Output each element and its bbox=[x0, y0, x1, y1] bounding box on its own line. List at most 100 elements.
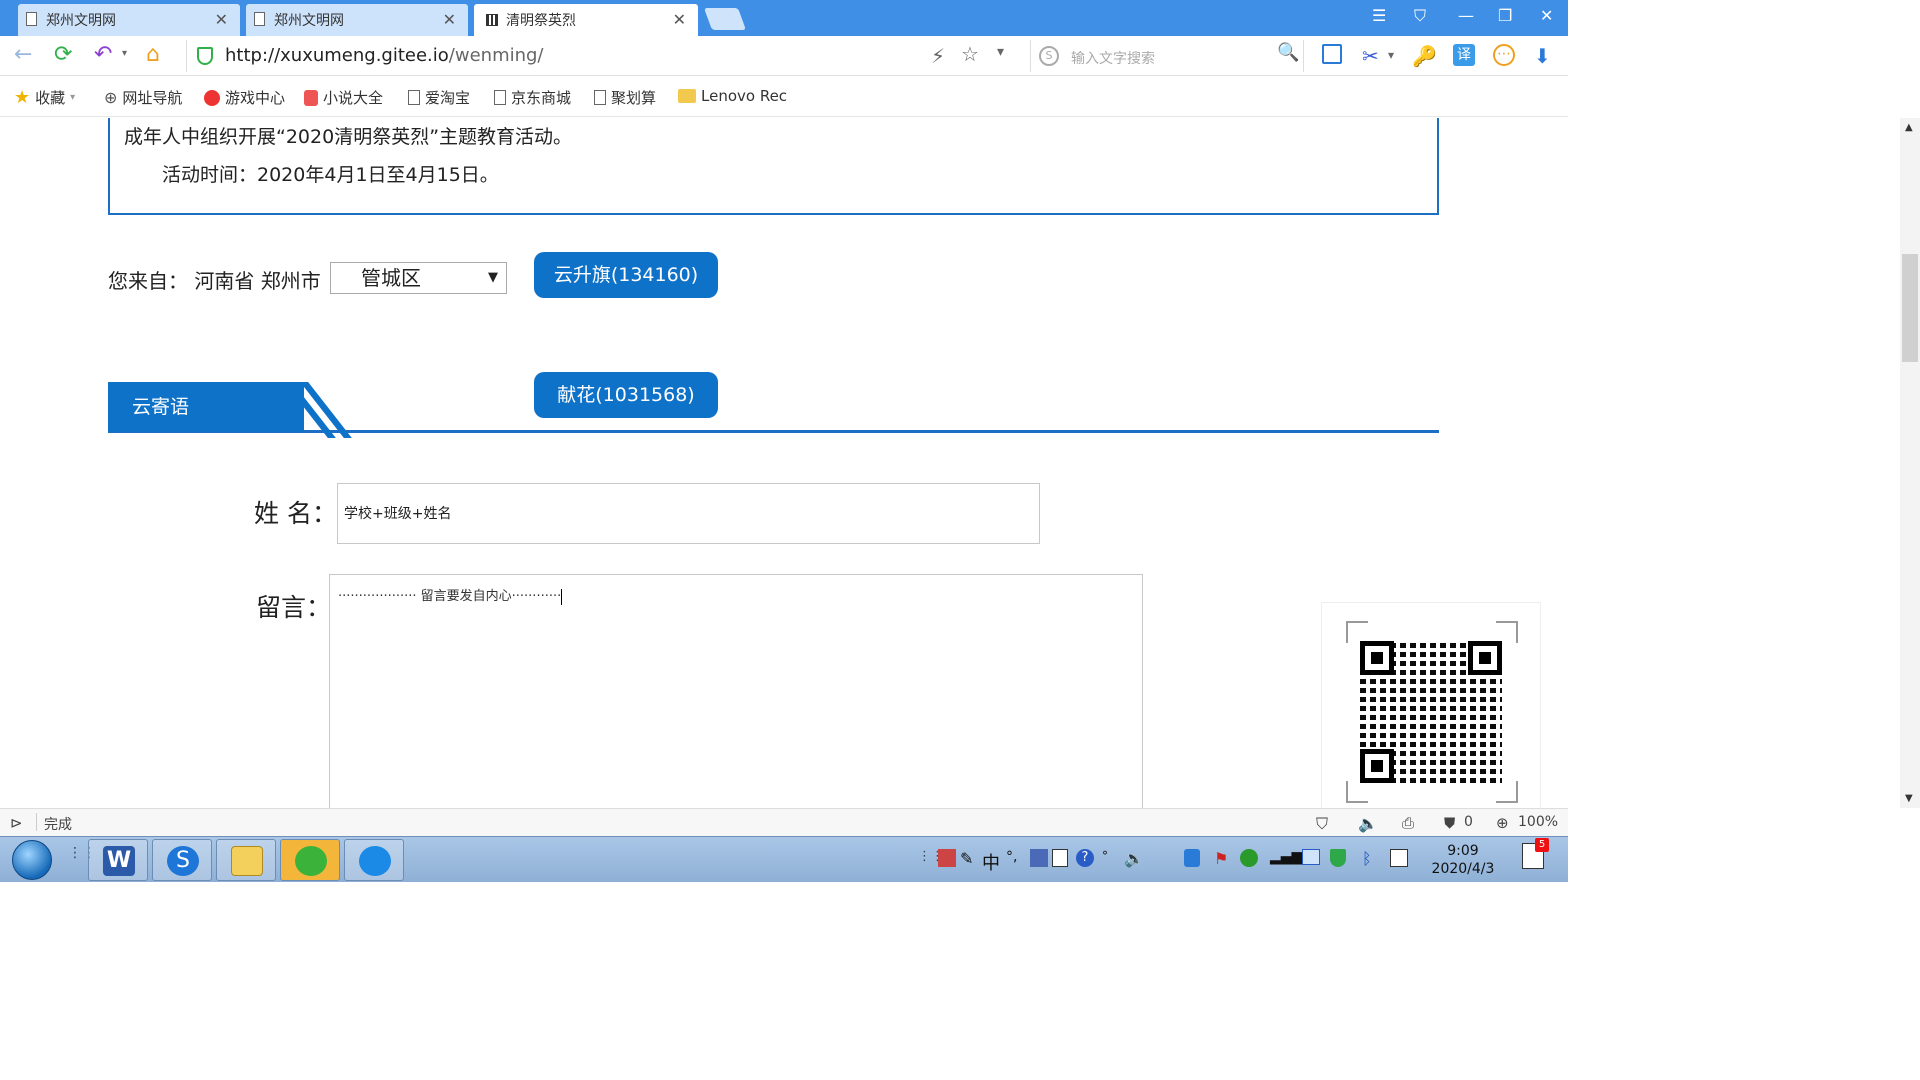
search-icon[interactable]: 🔍 bbox=[1277, 42, 1299, 63]
scissors-dropdown-icon[interactable]: ▾ bbox=[1388, 48, 1394, 62]
bookmark-juhuasuan[interactable]: 聚划算 bbox=[594, 87, 656, 108]
start-button[interactable] bbox=[12, 840, 52, 880]
bookmark-label: 网址导航 bbox=[122, 89, 183, 107]
network-icon[interactable]: ▂▄▆ bbox=[1270, 849, 1302, 865]
close-tab-icon[interactable]: ✕ bbox=[215, 10, 228, 29]
clock-date: 2020/4/3 bbox=[1431, 861, 1495, 877]
window-close-button[interactable]: ✕ bbox=[1540, 6, 1553, 25]
name-input[interactable]: 学校+班级+姓名 bbox=[337, 483, 1040, 544]
zoom-icon[interactable]: ⊕ bbox=[1496, 814, 1509, 832]
bookmark-nav[interactable]: ⊕ 网址导航 bbox=[104, 87, 182, 108]
ime-toolbar-icon[interactable] bbox=[938, 849, 956, 867]
task-wechat[interactable] bbox=[280, 839, 340, 881]
tab-qingming[interactable]: 清明祭英烈 ✕ bbox=[474, 4, 698, 36]
new-tab-button[interactable] bbox=[703, 8, 747, 30]
bookmark-favorites[interactable]: ★ 收藏 ▾ bbox=[14, 87, 75, 108]
scroll-up-icon[interactable]: ▲ bbox=[1905, 122, 1913, 133]
task-explorer[interactable] bbox=[216, 839, 276, 881]
speaker-icon[interactable]: 🔈 bbox=[1358, 814, 1378, 833]
tab-bar: 郑州文明网 ✕ 郑州文明网 ✕ 清明祭英烈 ✕ ☰ ⛉ — ❐ ✕ bbox=[0, 0, 1568, 36]
frame-corner bbox=[1496, 781, 1518, 803]
bookmark-novels[interactable]: 小说大全 bbox=[304, 87, 383, 108]
punctuation-icon[interactable]: °, bbox=[1006, 849, 1017, 865]
system-clock[interactable]: 9:09 2020/4/3 bbox=[1430, 842, 1496, 878]
document-icon[interactable] bbox=[1052, 849, 1068, 867]
bookmark-jd[interactable]: 京东商城 bbox=[494, 87, 571, 108]
flag-icon[interactable]: ⚑ bbox=[1214, 849, 1228, 868]
secure-shield-icon bbox=[197, 47, 213, 65]
shield-icon[interactable] bbox=[1184, 849, 1200, 867]
translate-icon[interactable]: 译 bbox=[1453, 44, 1475, 66]
sogou-logo-icon: S bbox=[1039, 46, 1059, 66]
green-app-icon[interactable] bbox=[1240, 849, 1258, 867]
address-bar[interactable]: http://xuxumeng.gitee.io/wenming/ ⚡ ☆ ▾ bbox=[186, 40, 1024, 72]
frame-corner bbox=[1346, 781, 1368, 803]
tab-zhengzhou-2[interactable]: 郑州文明网 ✕ bbox=[246, 4, 468, 36]
zoom-level[interactable]: 100% bbox=[1518, 814, 1558, 830]
bookmark-games[interactable]: 游戏中心 bbox=[204, 87, 285, 108]
key-icon[interactable]: 🔑 bbox=[1412, 44, 1437, 68]
chevron-down-icon: ▾ bbox=[70, 92, 76, 103]
security-shield-icon[interactable] bbox=[1330, 849, 1346, 867]
help-icon[interactable]: ? bbox=[1076, 849, 1094, 867]
message-textarea[interactable]: ··················· 留言要发自内心············ bbox=[329, 574, 1143, 808]
bookmark-label: 小说大全 bbox=[323, 89, 384, 107]
restore-button[interactable]: ❐ bbox=[1498, 6, 1512, 25]
ime-language[interactable]: 中 bbox=[982, 849, 1000, 875]
qr-finder bbox=[1360, 641, 1394, 675]
offer-flowers-button[interactable]: 献花(1031568) bbox=[534, 372, 718, 418]
page-icon bbox=[494, 90, 506, 105]
tab-zhengzhou-1[interactable]: 郑州文明网 ✕ bbox=[18, 4, 240, 36]
search-box[interactable]: S 输入文字搜索 🔍 bbox=[1030, 40, 1304, 72]
notification-center-icon[interactable]: 5 bbox=[1522, 838, 1549, 869]
vertical-scrollbar[interactable]: ▲ ▼ bbox=[1900, 118, 1920, 808]
menu-icon[interactable]: ☰ bbox=[1372, 6, 1386, 25]
qr-favicon-icon bbox=[486, 14, 498, 26]
task-sogou-browser[interactable]: S bbox=[152, 839, 212, 881]
undo-dropdown-icon[interactable]: ▾ bbox=[122, 48, 127, 59]
frame-corner bbox=[1496, 621, 1518, 643]
task-dingtalk[interactable] bbox=[344, 839, 404, 881]
district-value: 管城区 bbox=[361, 266, 421, 290]
security-check-icon[interactable]: ⛉ bbox=[1316, 814, 1328, 834]
raise-flag-button[interactable]: 云升旗(134160) bbox=[534, 252, 718, 298]
back-arrow-icon[interactable]: ← bbox=[14, 42, 32, 67]
download-icon[interactable]: ⬇ bbox=[1534, 44, 1551, 68]
bluetooth-icon[interactable]: ᛒ bbox=[1362, 849, 1372, 868]
more-icon[interactable]: ⋯ bbox=[1493, 44, 1515, 66]
skin-icon[interactable]: ⛉ bbox=[1414, 6, 1426, 26]
lightning-icon[interactable]: ⚡ bbox=[931, 44, 945, 68]
sync-icon[interactable] bbox=[1322, 44, 1342, 64]
bookmark-lenovo-folder[interactable]: Lenovo Rec bbox=[678, 87, 787, 105]
refresh-icon[interactable]: ⟳ bbox=[54, 42, 72, 67]
close-tab-icon[interactable]: ✕ bbox=[443, 10, 456, 29]
volume-icon[interactable]: 🔉 bbox=[1124, 849, 1144, 868]
undo-close-icon[interactable]: ↶ bbox=[94, 42, 112, 67]
task-word[interactable]: W bbox=[88, 839, 148, 881]
word-icon: W bbox=[103, 846, 135, 876]
url-text[interactable]: http://xuxumeng.gitee.io/wenming/ bbox=[225, 45, 544, 66]
dropdown-icon[interactable]: ▾ bbox=[997, 44, 1004, 60]
folder-icon bbox=[231, 846, 263, 876]
monitor-icon[interactable] bbox=[1302, 849, 1320, 865]
sidebar-toggle-icon[interactable]: ⊳ bbox=[10, 814, 23, 832]
text-caret bbox=[561, 588, 563, 605]
settings-icon[interactable]: ° bbox=[1102, 849, 1108, 863]
device-icon[interactable] bbox=[1390, 849, 1408, 867]
star-icon[interactable]: ☆ bbox=[961, 42, 979, 66]
novel-icon bbox=[304, 89, 318, 106]
close-tab-icon[interactable]: ✕ bbox=[673, 10, 686, 29]
scrollbar-thumb[interactable] bbox=[1902, 254, 1918, 362]
scroll-down-icon[interactable]: ▼ bbox=[1905, 793, 1913, 804]
printer-icon[interactable]: ⎙ bbox=[1402, 814, 1414, 832]
keyboard-icon[interactable] bbox=[1030, 849, 1048, 867]
bookmark-label: 京东商城 bbox=[511, 89, 572, 107]
district-select[interactable]: 管城区 ▼ bbox=[330, 262, 507, 294]
home-icon[interactable]: ⌂ bbox=[146, 42, 160, 67]
scissors-icon[interactable]: ✂ bbox=[1362, 44, 1379, 68]
blocked-count: 0 bbox=[1464, 814, 1473, 830]
bookmark-aitaobao[interactable]: 爱淘宝 bbox=[408, 87, 470, 108]
minimize-button[interactable]: — bbox=[1458, 6, 1474, 25]
adblock-icon[interactable]: ⛊ bbox=[1444, 814, 1455, 832]
ime-mode-icon[interactable]: ✎ bbox=[960, 849, 973, 868]
